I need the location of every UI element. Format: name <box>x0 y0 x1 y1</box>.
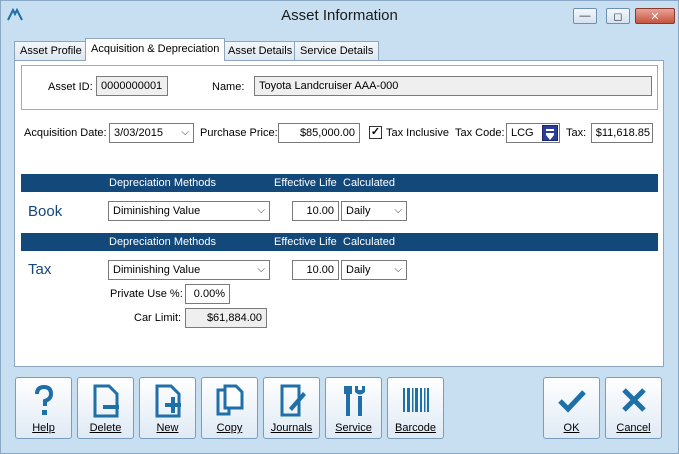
tax-life-header: Effective Life <box>274 236 337 248</box>
book-method-header: Depreciation Methods <box>109 177 217 189</box>
car-limit-label: Car Limit: <box>134 312 182 324</box>
copy-label: Copy <box>216 422 243 434</box>
book-life-field[interactable]: 10.00 <box>292 201 339 221</box>
tax-code-selector[interactable]: LCG <box>506 123 560 143</box>
tab-service-details[interactable]: Service Details <box>294 41 380 61</box>
barcode-button[interactable]: Barcode <box>387 377 444 439</box>
close-icon: ✕ <box>650 10 660 23</box>
book-life-header: Effective Life <box>274 177 337 189</box>
chevron-down-icon: ⌵ <box>181 127 189 138</box>
minimize-icon: — <box>579 10 591 22</box>
cancel-button[interactable]: Cancel <box>605 377 662 439</box>
tax-label: Tax: <box>566 127 587 139</box>
ok-label: OK <box>563 422 580 434</box>
checkmark-icon <box>557 390 586 413</box>
purchase-price-label: Purchase Price: <box>200 127 278 139</box>
copy-icon <box>216 384 243 416</box>
tax-amount-field[interactable]: $11,618.85 <box>591 123 653 143</box>
chevron-down-icon: ⌵ <box>257 205 265 216</box>
new-button[interactable]: New <box>139 377 196 439</box>
help-button[interactable]: Help <box>15 377 72 439</box>
chevron-down-icon: ⌵ <box>394 205 402 216</box>
delete-label: Delete <box>89 422 122 434</box>
journal-pen-icon <box>280 384 306 417</box>
journals-button[interactable]: Journals <box>263 377 320 439</box>
minimize-button[interactable]: — <box>573 8 597 24</box>
tab-asset-profile[interactable]: Asset Profile <box>14 41 88 61</box>
car-limit-field[interactable]: $61,884.00 <box>185 308 267 328</box>
barcode-label: Barcode <box>395 422 436 434</box>
restore-icon: ◻ <box>613 10 623 23</box>
book-title: Book <box>28 203 63 220</box>
asset-name-field[interactable]: Toyota Landcruiser AAA-000 <box>254 76 652 96</box>
tax-section-title: Tax <box>28 261 52 278</box>
acquisition-date-label: Acquisition Date: <box>24 127 107 139</box>
barcode-icon <box>402 388 429 412</box>
private-use-field[interactable]: 0.00% <box>185 284 230 304</box>
tax-method-select[interactable]: Diminishing Value ⌵ <box>108 260 270 280</box>
tax-code-lookup-button[interactable] <box>542 125 558 141</box>
tax-method-value: Diminishing Value <box>113 264 201 276</box>
book-method-value: Diminishing Value <box>113 205 201 217</box>
book-method-select[interactable]: Diminishing Value ⌵ <box>108 201 270 221</box>
book-calc-value: Daily <box>346 205 371 217</box>
service-label: Service <box>335 422 372 434</box>
journals-label: Journals <box>270 422 313 434</box>
copy-button[interactable]: Copy <box>201 377 258 439</box>
asset-identity-group: Asset ID: 0000000001 Name: Toyota Landcr… <box>21 65 658 110</box>
title-bar: Asset Information — ◻ ✕ <box>1 1 678 31</box>
tax-calc-header: Calculated <box>343 236 395 248</box>
service-button[interactable]: Service <box>325 377 382 439</box>
question-mark-icon <box>34 384 53 415</box>
acquisition-date-picker[interactable]: 3/03/2015 ⌵ <box>109 123 194 143</box>
acquisition-date-value: 3/03/2015 <box>114 127 163 139</box>
new-label: New <box>156 422 179 434</box>
book-calc-select[interactable]: Daily ⌵ <box>341 201 407 221</box>
tax-code-value: LCG <box>511 127 534 139</box>
cancel-x-icon <box>621 388 646 412</box>
tax-inclusive-checkbox[interactable]: ✓ <box>369 126 382 139</box>
tax-inclusive-label: Tax Inclusive <box>386 127 449 139</box>
restore-button[interactable]: ◻ <box>606 8 630 24</box>
tab-acquisition-depreciation[interactable]: Acquisition & Depreciation <box>85 38 226 61</box>
chevron-down-icon: ⌵ <box>257 264 265 275</box>
tax-calc-value: Daily <box>346 264 371 276</box>
tax-calc-select[interactable]: Daily ⌵ <box>341 260 407 280</box>
tab-asset-details[interactable]: Asset Details <box>222 41 299 61</box>
tax-code-label: Tax Code: <box>455 127 505 139</box>
tax-header-bar: Depreciation Methods Effective Life Calc… <box>21 233 658 251</box>
asset-id-field[interactable]: 0000000001 <box>96 76 168 96</box>
purchase-price-field[interactable]: $85,000.00 <box>278 123 360 143</box>
tools-icon <box>343 386 365 416</box>
tax-method-header: Depreciation Methods <box>109 236 217 248</box>
private-use-label: Private Use %: <box>110 288 183 300</box>
cancel-label: Cancel <box>616 422 651 434</box>
new-document-icon <box>155 384 181 418</box>
chevron-down-icon: ⌵ <box>394 264 402 275</box>
help-label: Help <box>32 422 55 434</box>
book-calc-header: Calculated <box>343 177 395 189</box>
asset-information-window: Asset Information — ◻ ✕ Asset Profile Ac… <box>0 0 679 454</box>
ok-button[interactable]: OK <box>543 377 600 439</box>
close-button[interactable]: ✕ <box>635 8 675 24</box>
book-header-bar: Depreciation Methods Effective Life Calc… <box>21 174 658 192</box>
delete-document-icon <box>93 384 119 418</box>
delete-button[interactable]: Delete <box>77 377 134 439</box>
asset-id-label: Asset ID: <box>48 81 93 93</box>
acquisition-panel: Asset ID: 0000000001 Name: Toyota Landcr… <box>14 60 664 367</box>
tax-life-field[interactable]: 10.00 <box>292 260 339 280</box>
name-label: Name: <box>212 81 245 93</box>
